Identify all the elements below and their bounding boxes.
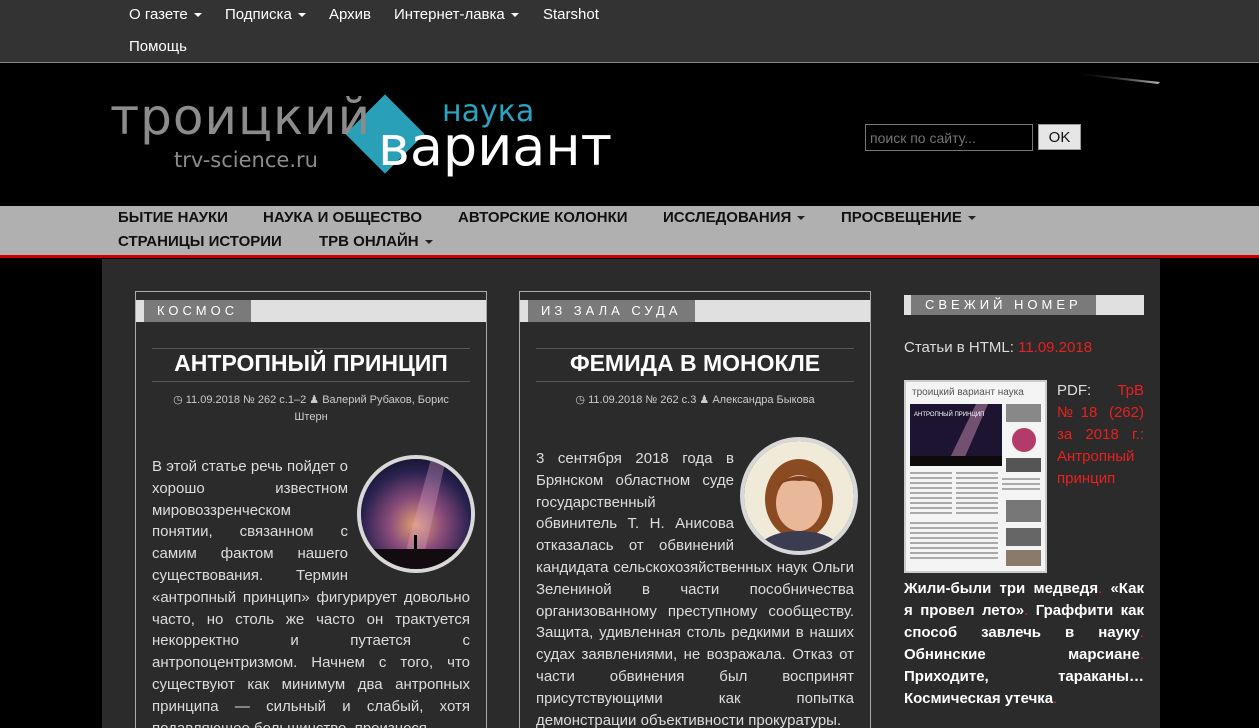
main-content: КОСМОС АНТРОПНЫЙ ПРИНЦИП ◷ 11.09.2018 № … — [102, 259, 1160, 728]
top-navigation: О газете Подписка Архив Интернет-лавка S… — [0, 0, 1259, 63]
issue-cover-image[interactable]: троицкий вариант наука АНТРОПНЫЙ ПРИНЦИП — [904, 380, 1047, 573]
clock-icon: ◷ — [575, 394, 586, 406]
teaser-separator: . — [1139, 624, 1144, 641]
mainnav-item-research[interactable]: ИССЛЕДОВАНИЯ — [663, 209, 806, 226]
topnav-label: Интернет-лавка — [394, 6, 505, 23]
chevron-down-icon — [297, 13, 306, 18]
divider — [152, 348, 470, 349]
mainnav-label: ИССЛЕДОВАНИЯ — [663, 209, 792, 226]
category-bar: КОСМОС — [136, 300, 486, 322]
thumbnail-spacer — [734, 448, 854, 556]
article-card: КОСМОС АНТРОПНЫЙ ПРИНЦИП ◷ 11.09.2018 № … — [135, 291, 487, 728]
clock-icon: ◷ — [173, 394, 183, 406]
mainnav-label: НАУКА И ОБЩЕСТВО — [263, 209, 423, 226]
logo-main-text[interactable]: троицкий — [110, 92, 371, 142]
sidebar-teaser: Жили-были три медведя. «Как я провел лет… — [904, 578, 1144, 710]
user-icon: ♟ — [699, 394, 710, 406]
chevron-down-icon — [424, 240, 433, 245]
pdf-prefix: PDF: — [1057, 382, 1118, 399]
topnav-item-help[interactable]: Помощь — [129, 38, 187, 55]
teaser-separator: . — [1139, 646, 1144, 663]
mainnav-label: АВТОРСКИЕ КОЛОНКИ — [458, 209, 628, 226]
teaser-link[interactable]: Приходите, тараканы… — [904, 668, 1144, 685]
teaser-link[interactable]: Жили-были три медведя — [904, 580, 1098, 597]
cover-masthead: троицкий вариант наука — [912, 387, 1024, 398]
search-input[interactable] — [865, 124, 1033, 151]
mainnav-item-columns[interactable]: АВТОРСКИЕ КОЛОНКИ — [458, 209, 628, 226]
article-title[interactable]: ФЕМИДА В МОНОКЛЕ — [520, 350, 870, 377]
site-header: троицкий trv-science.ru наука вариант OK — [0, 64, 1259, 206]
cover-headline: АНТРОПНЫЙ ПРИНЦИП — [914, 410, 985, 418]
mainnav-item-science-life[interactable]: БЫТИЕ НАУКИ — [118, 209, 228, 226]
topnav-item-shop[interactable]: Интернет-лавка — [394, 6, 519, 23]
sidebar-header-bar: СВЕЖИЙ НОМЕР — [904, 295, 1144, 315]
teaser-separator: . — [1024, 602, 1036, 619]
chevron-down-icon — [797, 216, 806, 221]
article-meta: ◷ 11.09.2018 № 262 с.3 ♟ Александра Быко… — [550, 392, 840, 409]
topnav-label: Starshot — [543, 6, 599, 23]
newspaper-cover-icon: троицкий вариант наука АНТРОПНЫЙ ПРИНЦИП — [906, 382, 1045, 571]
mainnav-label: ПРОСВЕЩЕНИЕ — [841, 209, 962, 226]
teaser-separator: . — [1053, 690, 1058, 707]
teaser-link[interactable]: Обнинские марсиане — [904, 646, 1140, 663]
topnav-item-archive[interactable]: Архив — [329, 6, 371, 23]
main-navigation: БЫТИЕ НАУКИ НАУКА И ОБЩЕСТВО АВТОРСКИЕ К… — [0, 206, 1259, 258]
category-label[interactable]: ИЗ ЗАЛА СУДА — [528, 300, 695, 322]
mainnav-item-education[interactable]: ПРОСВЕЩЕНИЕ — [841, 209, 976, 226]
chevron-down-icon — [510, 13, 519, 18]
article-excerpt: 3 сентября 2018 года в Брянском областно… — [536, 448, 854, 728]
mainnav-label: СТРАНИЦЫ ИСТОРИИ — [118, 233, 282, 250]
chevron-down-icon — [967, 216, 976, 221]
teaser-link[interactable]: Космическая утечка — [904, 690, 1053, 707]
divider — [152, 381, 470, 382]
logo-site-url: trv-science.ru — [174, 148, 318, 172]
category-bar: ИЗ ЗАЛА СУДА — [520, 300, 870, 322]
article-excerpt: В этой статье речь пойдет о хорошо извес… — [152, 456, 470, 728]
mainnav-label: ТРВ ОНЛАЙН — [319, 233, 419, 250]
topnav-item-starshot[interactable]: Starshot — [543, 6, 599, 23]
mainnav-item-science-society[interactable]: НАУКА И ОБЩЕСТВО — [263, 209, 422, 226]
sidebar-pdf-text: PDF: ТрВ №18 (262) за 2018 г.: Антропный… — [1057, 380, 1144, 490]
chevron-down-icon — [193, 13, 202, 18]
user-icon: ♟ — [309, 394, 320, 406]
article-issue[interactable]: 11.09.2018 № 262 с.1–2 — [186, 394, 306, 406]
sidebar-header: СВЕЖИЙ НОМЕР — [911, 295, 1096, 315]
article-title[interactable]: АНТРОПНЫЙ ПРИНЦИП — [136, 350, 486, 377]
topnav-label: Подписка — [225, 6, 292, 23]
topnav-item-subscription[interactable]: Подписка — [225, 6, 306, 23]
topnav-label: Помощь — [129, 38, 187, 55]
article-authors[interactable]: Александра Быкова — [712, 394, 814, 406]
article-issue[interactable]: 11.09.2018 № 262 с.3 — [588, 394, 696, 406]
article-card: ИЗ ЗАЛА СУДА ФЕМИДА В МОНОКЛЕ ◷ 11.09.20… — [519, 291, 871, 728]
sidebar-html-line: Статьи в HTML: 11.09.2018 — [904, 339, 1092, 356]
article-meta: ◷ 11.09.2018 № 262 с.1–2 ♟ Валерий Рубак… — [166, 392, 456, 426]
mainnav-item-trv-online[interactable]: ТРВ ОНЛАЙН — [319, 233, 433, 250]
mainnav-item-history[interactable]: СТРАНИЦЫ ИСТОРИИ — [118, 233, 282, 250]
logo-variant-text: вариант — [378, 115, 613, 178]
topnav-item-about[interactable]: О газете — [129, 6, 202, 23]
divider — [536, 381, 854, 382]
thumbnail-spacer — [348, 448, 470, 574]
category-label[interactable]: КОСМОС — [144, 300, 252, 322]
topnav-label: Архив — [329, 6, 372, 23]
mainnav-label: БЫТИЕ НАУКИ — [118, 209, 228, 226]
html-prefix: Статьи в HTML: — [904, 339, 1019, 356]
teaser-separator: . — [1098, 580, 1111, 597]
divider — [536, 348, 854, 349]
html-date-link[interactable]: 11.09.2018 — [1018, 339, 1092, 356]
search-button[interactable]: OK — [1038, 124, 1081, 150]
comet-decoration-icon — [1070, 72, 1160, 84]
topnav-label: О газете — [129, 6, 188, 23]
